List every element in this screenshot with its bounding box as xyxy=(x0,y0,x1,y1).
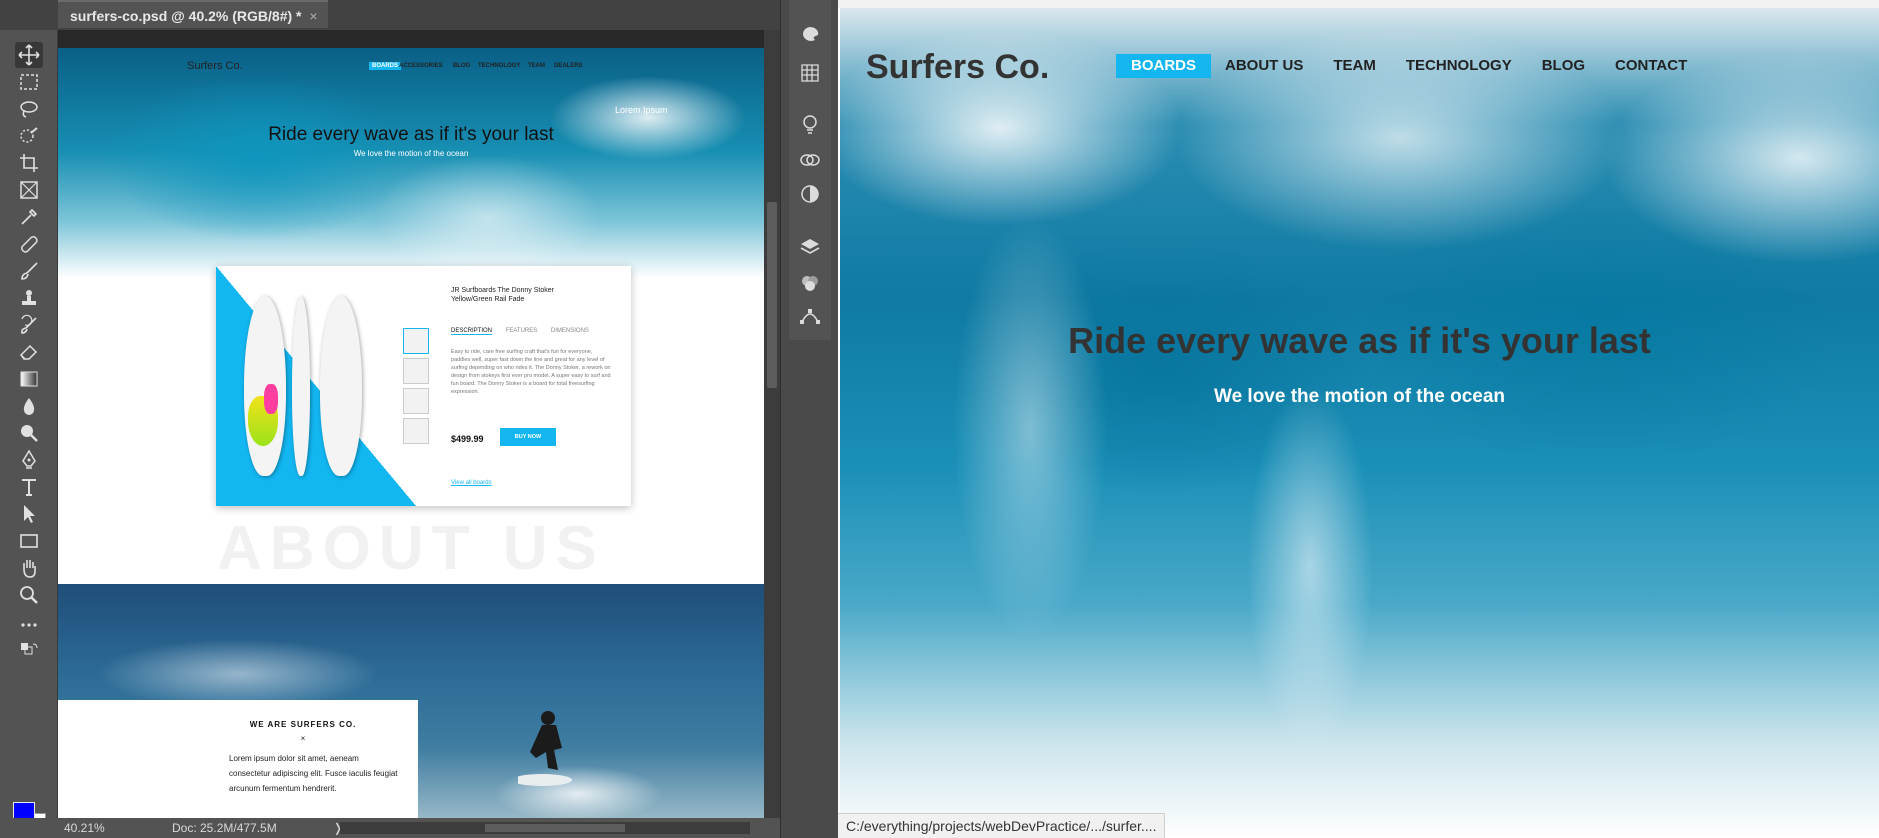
mockup-divider: × xyxy=(300,734,306,743)
libraries-panel-icon[interactable] xyxy=(797,146,823,172)
nav-contact[interactable]: CONTACT xyxy=(1615,54,1687,78)
mockup-nav-team: TEAM xyxy=(528,63,545,69)
learn-panel-icon[interactable] xyxy=(797,111,823,137)
crop-icon[interactable] xyxy=(15,150,43,176)
path-select-icon[interactable] xyxy=(15,501,43,527)
color-panel-icon[interactable] xyxy=(797,22,823,48)
paths-panel-icon[interactable] xyxy=(797,303,823,329)
surfboard-side-image xyxy=(292,296,310,476)
close-tab-icon[interactable]: × xyxy=(309,8,317,24)
quick-select-icon[interactable] xyxy=(15,123,43,149)
document-tab-title: surfers-co.psd @ 40.2% (RGB/8#) * xyxy=(70,8,302,24)
nav-technology[interactable]: TECHNOLOGY xyxy=(1406,54,1512,78)
card-buy-button: BUY NOW xyxy=(500,428,556,446)
nav-boards[interactable]: BOARDS xyxy=(1116,54,1212,78)
marquee-icon[interactable] xyxy=(15,69,43,95)
status-bar: 40.21% Doc: 25.2M/477.5M ❭ xyxy=(0,818,780,838)
thumbnail-3 xyxy=(403,388,429,414)
vertical-scrollbar[interactable] xyxy=(764,30,780,818)
surfboard-back-image xyxy=(320,296,362,476)
eraser-icon[interactable] xyxy=(15,339,43,365)
hero-section: Surfers Co. BOARDS ABOUT US TEAM TECHNOL… xyxy=(840,8,1879,838)
mockup-nav-technology: TECHNOLOGY xyxy=(478,63,521,69)
type-icon[interactable] xyxy=(15,474,43,500)
mockup-hero-wave xyxy=(58,48,764,278)
mockup-nav-blog: BLOG xyxy=(453,63,471,69)
hand-icon[interactable] xyxy=(15,555,43,581)
thumbnail-2 xyxy=(403,358,429,384)
panel-dock xyxy=(780,0,838,838)
card-tab-features: FEATURES xyxy=(505,328,538,334)
site-logo[interactable]: Surfers Co. xyxy=(866,48,1049,87)
document-canvas[interactable]: Surfers Co. BOARDS ACCESSORIES BLOG TECH… xyxy=(58,48,764,818)
nav-blog[interactable]: BLOG xyxy=(1542,54,1585,78)
nav-team[interactable]: TEAM xyxy=(1333,54,1376,78)
browser-top-edge xyxy=(838,0,1879,8)
panel-icons-strip xyxy=(789,0,831,340)
card-tab-dimensions: DIMENSIONS xyxy=(550,328,589,334)
hero-headline: Ride every wave as if it's your last xyxy=(1068,320,1651,361)
mockup-corner-text: Lorem Ipsum xyxy=(615,105,668,115)
horizontal-scrollbar[interactable] xyxy=(340,822,750,834)
hero-subline: We love the motion of the ocean xyxy=(1213,386,1505,407)
horizontal-scrollbar-thumb[interactable] xyxy=(485,824,625,832)
dodge-icon[interactable] xyxy=(15,420,43,446)
rectangle-icon[interactable] xyxy=(15,528,43,554)
zoom-level[interactable]: 40.21% xyxy=(64,818,105,838)
move-icon[interactable] xyxy=(15,42,43,68)
card-price: $499.99 xyxy=(451,434,484,444)
pen-icon[interactable] xyxy=(15,447,43,473)
thumbnail-4 xyxy=(403,418,429,444)
vertical-scrollbar-thumb[interactable] xyxy=(767,202,777,388)
site-navigation: BOARDS ABOUT US TEAM TECHNOLOGY BLOG CON… xyxy=(1116,54,1717,78)
mockup-nav-dealers: DEALERS xyxy=(554,63,583,69)
canvas-area[interactable]: Surfers Co. BOARDS ACCESSORIES BLOG TECH… xyxy=(58,30,764,818)
clone-stamp-icon[interactable] xyxy=(15,285,43,311)
blur-icon[interactable] xyxy=(15,393,43,419)
mockup-nav-accessories: ACCESSORIES xyxy=(399,63,443,69)
eyedropper-icon[interactable] xyxy=(15,204,43,230)
document-tab[interactable]: surfers-co.psd @ 40.2% (RGB/8#) * × xyxy=(58,0,328,28)
thumbnail-1 xyxy=(403,328,429,354)
zoom-icon[interactable] xyxy=(15,582,43,608)
browser-viewport: Surfers Co. BOARDS ABOUT US TEAM TECHNOL… xyxy=(838,0,1879,838)
history-brush-icon[interactable] xyxy=(15,312,43,338)
layers-panel-icon[interactable] xyxy=(797,234,823,260)
card-tabs: DESCRIPTION FEATURES DIMENSIONS xyxy=(451,328,611,335)
tools-panel xyxy=(0,30,58,838)
desktop-screen: surfers-co.psd @ 40.2% (RGB/8#) * × Surf… xyxy=(0,0,1879,838)
swatches-panel-icon[interactable] xyxy=(797,60,823,86)
document-size: Doc: 25.2M/477.5M xyxy=(172,821,277,835)
mockup-product-card: JR Surfboards The Donny Stoker Yellow/Gr… xyxy=(216,266,631,506)
frame-icon[interactable] xyxy=(15,177,43,203)
healing-brush-icon[interactable] xyxy=(15,231,43,257)
mockup-headline: Ride every wave as if it's your last xyxy=(268,124,554,145)
lasso-icon[interactable] xyxy=(15,96,43,122)
swap-colors-icon[interactable] xyxy=(15,638,43,664)
more-tools-icon[interactable] xyxy=(15,612,43,638)
document-tab-bar: surfers-co.psd @ 40.2% (RGB/8#) * × xyxy=(0,0,838,30)
link-status-url: C:/everything/projects/webDevPractice/..… xyxy=(838,813,1166,838)
card-view-all-link: View all boards xyxy=(451,480,492,486)
card-title: JR Surfboards The Donny Stoker Yellow/Gr… xyxy=(451,287,554,303)
card-tab-description: DESCRIPTION xyxy=(451,328,493,335)
card-description: Easy to ride, care free surfing craft th… xyxy=(451,349,611,395)
mockup-logo: Surfers Co. xyxy=(187,60,243,72)
brush-icon[interactable] xyxy=(15,258,43,284)
nav-about-us[interactable]: ABOUT US xyxy=(1225,54,1303,78)
channels-panel-icon[interactable] xyxy=(797,270,823,296)
mockup-about-text: Lorem ipsum dolor sit amet, aeneam conse… xyxy=(229,754,398,793)
mockup-about-watermark: ABOUT US xyxy=(217,514,605,583)
surfboard-image xyxy=(244,296,286,476)
mockup-nav-boards: BOARDS xyxy=(369,62,402,70)
mockup-we-are-heading: WE ARE SURFERS CO. xyxy=(249,720,357,729)
photoshop-window: surfers-co.psd @ 40.2% (RGB/8#) * × Surf… xyxy=(0,0,838,838)
gradient-icon[interactable] xyxy=(15,366,43,392)
adjustments-panel-icon[interactable] xyxy=(797,181,823,207)
mockup-subline: We love the motion of the ocean xyxy=(353,149,469,158)
